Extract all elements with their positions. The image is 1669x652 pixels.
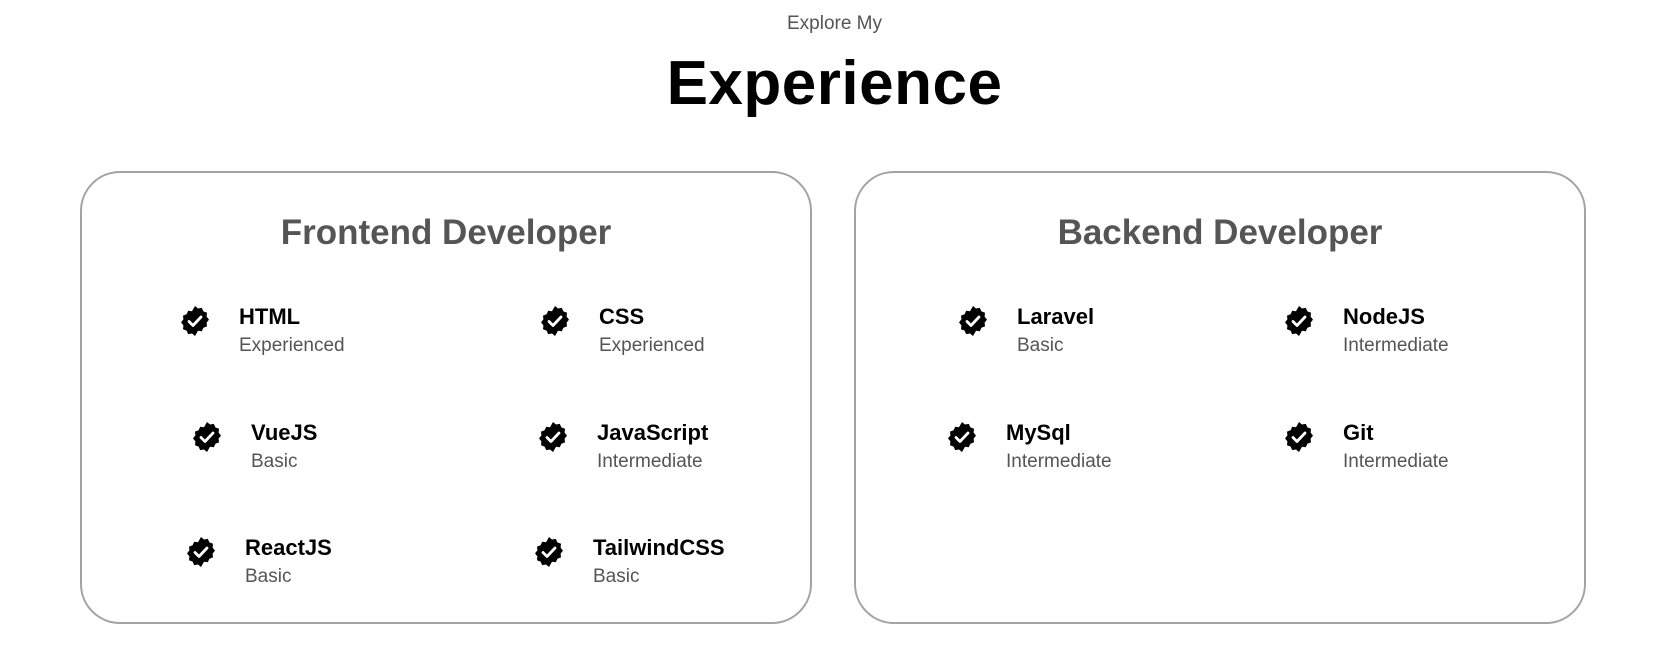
skill-item: NodeJS Intermediate [1283, 303, 1449, 357]
verified-check-icon [957, 305, 989, 337]
backend-card: Backend Developer Laravel Basic NodeJS Inte… [854, 171, 1586, 624]
verified-check-icon [946, 421, 978, 453]
section-subtitle: Explore My [786, 13, 883, 34]
verified-check-icon [533, 536, 565, 568]
frontend-card: Frontend Developer HTML Experienced CSS Exp… [80, 171, 812, 624]
skill-name: MySql [1006, 420, 1071, 445]
skill-level: Intermediate [597, 451, 703, 472]
verified-check-icon [539, 305, 571, 337]
skill-item: TailwindCSS Basic [533, 534, 725, 588]
skill-level: Basic [593, 566, 640, 587]
verified-check-icon [537, 421, 569, 453]
skill-level: Basic [1017, 335, 1064, 356]
skill-item: Laravel Basic [957, 303, 1094, 357]
skill-level: Basic [245, 566, 292, 587]
card-title: Frontend Developer [280, 213, 612, 252]
skill-item: CSS Experienced [539, 303, 705, 357]
verified-check-icon [191, 421, 223, 453]
skill-name: TailwindCSS [593, 535, 725, 560]
skill-name: CSS [599, 304, 645, 329]
skill-level: Experienced [599, 335, 705, 356]
skill-name: HTML [239, 304, 301, 329]
card-title: Backend Developer [1057, 213, 1383, 252]
verified-check-icon [185, 536, 217, 568]
verified-check-icon [179, 305, 211, 337]
skill-item: MySql Intermediate [946, 419, 1112, 473]
skill-name: VueJS [251, 420, 318, 445]
verified-check-icon [1283, 305, 1315, 337]
section-title: Experience [666, 49, 1003, 118]
skill-name: Laravel [1017, 304, 1095, 329]
skill-level: Intermediate [1343, 335, 1449, 356]
skill-item: ReactJS Basic [185, 534, 332, 588]
skill-name: NodeJS [1343, 304, 1425, 329]
skill-level: Basic [251, 451, 298, 472]
skill-level: Intermediate [1006, 451, 1112, 472]
skill-level: Experienced [239, 335, 345, 356]
skill-item: Git Intermediate [1283, 419, 1449, 473]
skill-item: VueJS Basic [191, 419, 317, 473]
skill-level: Intermediate [1343, 451, 1449, 472]
skill-name: JavaScript [597, 420, 709, 445]
skill-item: HTML Experienced [179, 303, 345, 357]
skill-name: Git [1343, 420, 1374, 445]
skill-name: ReactJS [245, 535, 332, 560]
skill-item: JavaScript Intermediate [537, 419, 708, 473]
verified-check-icon [1283, 421, 1315, 453]
